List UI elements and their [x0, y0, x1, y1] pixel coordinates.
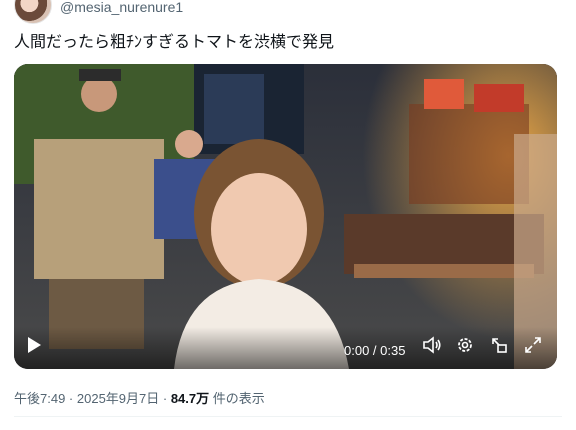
avatar[interactable] [14, 0, 52, 24]
post-date[interactable]: 2025年9月7日 [77, 391, 159, 406]
post-time[interactable]: 午後7:49 [14, 391, 65, 406]
tweet-meta: 午後7:49 · 2025年9月7日 · 84.7万 件の表示 [14, 388, 265, 407]
video-frame [14, 64, 557, 369]
view-count: 84.7万 [170, 391, 210, 406]
meta-separator: · [159, 391, 171, 406]
dock-icon[interactable] [490, 336, 508, 354]
volume-icon[interactable] [422, 336, 442, 354]
time-display: 0:00 / 0:35 [344, 343, 406, 358]
divider [14, 416, 562, 417]
fullscreen-icon[interactable] [524, 336, 542, 354]
settings-icon[interactable] [456, 336, 474, 354]
meta-separator: · [65, 391, 77, 406]
video-player[interactable]: 0:00 / 0:35 [14, 64, 557, 369]
user-handle[interactable]: @mesia_nurenure1 [60, 0, 183, 14]
tweet-text: 人間だったら粗ﾁﾝすぎるトマトを渋横で発見 [14, 34, 335, 51]
view-count-label: 件の表示 [209, 391, 265, 406]
video-controls [14, 327, 557, 369]
play-icon[interactable] [26, 336, 42, 354]
